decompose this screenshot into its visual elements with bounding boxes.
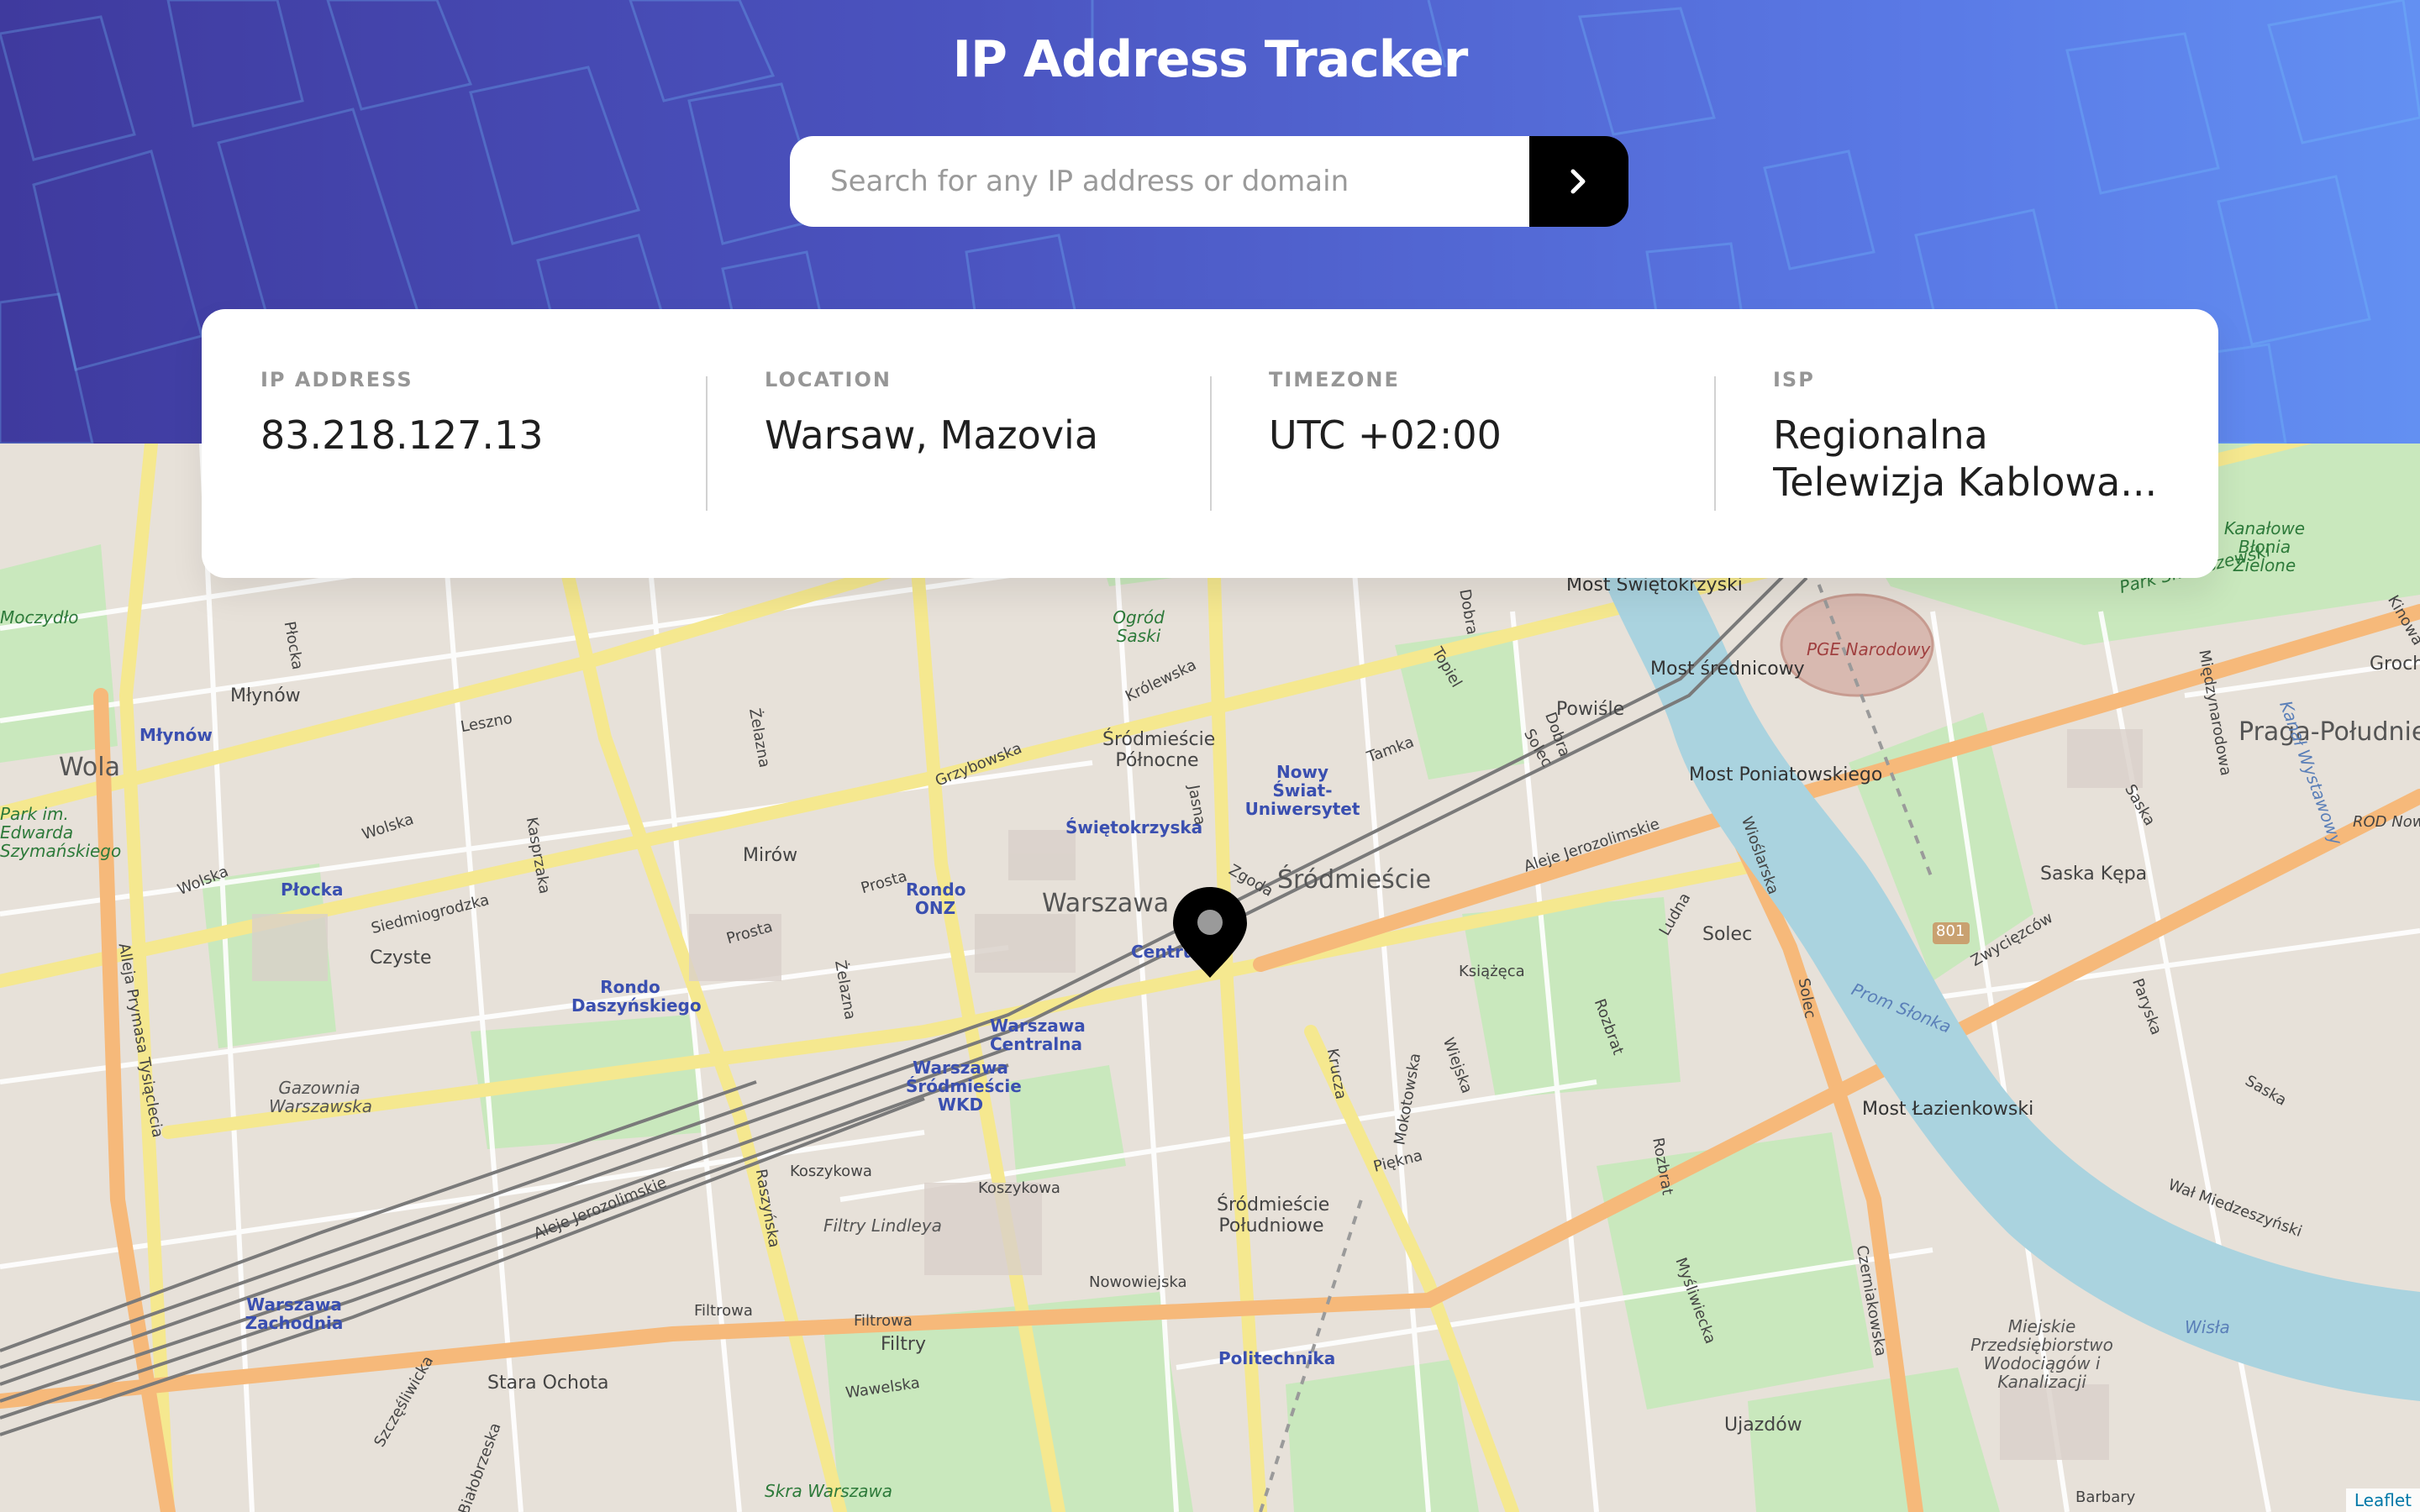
map-label-wisla: Wisła: [2185, 1317, 2230, 1337]
map-label-warszawa-zachodnia: Warszawa Zachodnia: [245, 1294, 344, 1333]
map-label-saska-kepa: Saska Kępa: [2040, 864, 2148, 885]
search-form: [790, 136, 1628, 227]
map-label-srodmiescie: Śródmieście: [1277, 865, 1432, 895]
map-label-gazownia: Gazownia Warszawska: [269, 1078, 372, 1116]
location-value: Warsaw, Mazovia: [765, 412, 1099, 458]
search-input[interactable]: [790, 136, 1529, 227]
map-label-plocka: Płocka: [281, 879, 344, 900]
map-label-swietokrzyska: Świętokrzyska: [1065, 817, 1203, 837]
chevron-right-icon: [1570, 169, 1586, 194]
map-label-koszykowa: Koszykowa: [790, 1163, 872, 1180]
map-label-road-801: 801: [1936, 922, 1965, 940]
map-label-koszykowa2: Koszykowa: [978, 1179, 1060, 1197]
map-label-solec: Solec: [1702, 924, 1753, 945]
ip-address-value: 83.218.127.13: [260, 412, 544, 458]
location-label: LOCATION: [765, 368, 892, 391]
ip-address-section: IP ADDRESS 83.218.127.13: [202, 309, 706, 578]
map-label-most-lazienkowski: Most Łazienkowski: [1862, 1099, 2034, 1120]
ip-tracker-app: IP Address Tracker IP ADDRESS 83.218.127…: [0, 0, 2420, 1512]
map-label-rondo-daszynskiego: Rondo Daszyńskiego: [571, 977, 702, 1016]
map-label-czyste: Czyste: [370, 948, 432, 969]
timezone-value: UTC +02:00: [1269, 412, 1502, 458]
map-label-rondo-onz: Rondo ONZ: [906, 879, 966, 918]
isp-label: ISP: [1773, 368, 1815, 391]
map-label-ksiazeca: Książęca: [1459, 963, 1525, 980]
map[interactable]: Warszawa Śródmieście Wola Praga-Południe…: [0, 444, 2420, 1512]
map-label-nowowiejska: Nowowiejska: [1089, 1273, 1187, 1291]
map-label-mlynow: Młynów: [230, 685, 301, 706]
map-label-grochow: Groch: [2370, 654, 2420, 675]
map-label-politechnika: Politechnika: [1218, 1348, 1336, 1368]
timezone-label: TIMEZONE: [1269, 368, 1400, 391]
map-label-mpwik: Miejskie Przedsiębiorstwo Wodociągów i K…: [1970, 1316, 2113, 1392]
map-label-warszawa: Warszawa: [1042, 889, 1170, 918]
map-label-pge: PGE Narodowy: [1807, 639, 1931, 659]
map-label-most-poniatowskiego: Most Poniatowskiego: [1689, 764, 1883, 785]
search-submit-button[interactable]: [1529, 136, 1628, 227]
map-label-park-edwarda: Park im. Edwarda Szymańskiego: [0, 804, 122, 861]
map-label-praga: Praga-Południe: [2238, 717, 2420, 747]
ip-address-label: IP ADDRESS: [260, 368, 413, 391]
map-label-mirow: Mirów: [743, 845, 798, 866]
map-label-srodmiescie-pd: Śródmieście Południowe: [1217, 1194, 1330, 1236]
location-marker[interactable]: [1171, 885, 1249, 979]
map-label-barbary: Barbary: [2075, 1488, 2136, 1506]
map-label-mlynow-stop: Młynów: [139, 725, 213, 745]
map-label-filtrowa2: Filtrowa: [854, 1312, 913, 1330]
map-label-powisle: Powiśle: [1556, 699, 1625, 720]
map-label-moczydlo: Moczydło: [0, 607, 79, 627]
map-label-skra: Skra Warszawa: [765, 1481, 893, 1501]
map-label-filtry-lindleya: Filtry Lindleya: [823, 1215, 942, 1236]
map-label-filtrowa: Filtrowa: [694, 1302, 753, 1320]
map-label-jeziorko: Kanałowe Błonia Zielone: [2223, 518, 2306, 575]
map-label-filtry: Filtry: [881, 1334, 926, 1355]
location-pin-icon: [1173, 887, 1247, 978]
map-attribution-link[interactable]: Leaflet: [2345, 1488, 2420, 1512]
ip-info-card: IP ADDRESS 83.218.127.13 LOCATION Warsaw…: [202, 309, 2218, 578]
map-label-ujazdow: Ujazdów: [1724, 1415, 1802, 1436]
map-label-warszawa-srodmiescie: Warszawa Śródmieście WKD: [906, 1058, 1022, 1115]
map-label-most-srednicowy: Most średnicowy: [1650, 659, 1805, 680]
location-section: LOCATION Warsaw, Mazovia: [706, 309, 1210, 578]
timezone-section: TIMEZONE UTC +02:00: [1210, 309, 1714, 578]
map-label-wola: Wola: [59, 753, 120, 782]
map-label-srodmiescie-pn: Śródmieście Północne: [1102, 729, 1216, 771]
isp-section: ISP Regionalna Telewizja Kablowa...: [1714, 309, 2218, 578]
map-label-rod-nowy: ROD Nowy: [2353, 813, 2420, 831]
map-label-nowy-swiat: Nowy Świat-Uniwersytet: [1244, 762, 1360, 819]
map-label-ogrod-saski: Ogród Saski: [1113, 607, 1165, 646]
map-label-warszawa-centralna: Warszawa Centralna: [990, 1016, 1086, 1054]
isp-value: Regionalna Telewizja Kablowa...: [1773, 412, 2158, 505]
app-title: IP Address Tracker: [952, 30, 1469, 89]
map-label-stara-ochota: Stara Ochota: [487, 1373, 609, 1394]
